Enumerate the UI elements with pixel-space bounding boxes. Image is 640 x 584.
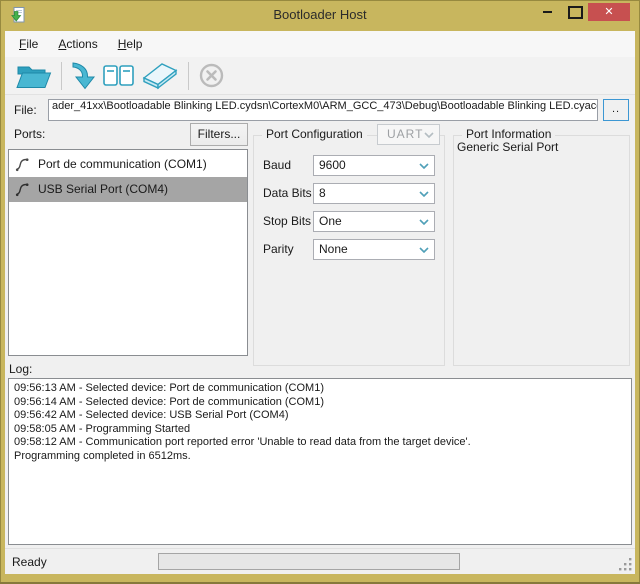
client-area: File Actions Help xyxy=(5,31,635,574)
ports-label: Ports: xyxy=(14,127,45,141)
toolbar-separator xyxy=(188,62,189,90)
file-path-input[interactable]: ader_41xx\Bootloadable Blinking LED.cyds… xyxy=(48,99,598,121)
chevron-down-icon xyxy=(424,132,434,138)
baud-select[interactable]: 9600 xyxy=(313,155,435,176)
port-item-com4[interactable]: USB Serial Port (COM4) xyxy=(9,177,247,202)
program-button[interactable] xyxy=(68,59,100,93)
browse-button[interactable]: .. xyxy=(603,99,629,121)
title-bar[interactable]: Bootloader Host ✕ xyxy=(0,0,640,31)
menu-bar: File Actions Help xyxy=(5,31,635,57)
log-line: 09:58:12 AM - Communication port reporte… xyxy=(14,436,626,450)
log-label: Log: xyxy=(9,362,32,376)
abort-icon xyxy=(198,62,225,89)
port-information-group: Port Information Generic Serial Port xyxy=(453,135,630,366)
log-output[interactable]: 09:56:13 AM - Selected device: Port de c… xyxy=(8,378,632,545)
port-configuration-title: Port Configuration xyxy=(262,127,367,141)
chevron-down-icon xyxy=(419,247,429,253)
menu-help[interactable]: Help xyxy=(108,31,153,57)
port-item-com1[interactable]: Port de communication (COM1) xyxy=(9,152,247,177)
chevron-down-icon xyxy=(419,191,429,197)
port-item-label: Port de communication (COM1) xyxy=(38,157,207,171)
open-file-button[interactable] xyxy=(13,59,55,93)
resize-grip-icon[interactable] xyxy=(619,558,632,571)
maximize-button[interactable] xyxy=(565,4,583,22)
minimize-button[interactable] xyxy=(541,4,555,22)
chevron-down-icon xyxy=(419,219,429,225)
progress-bar xyxy=(158,553,460,570)
chevron-down-icon xyxy=(419,163,429,169)
log-line: 09:56:13 AM - Selected device: Port de c… xyxy=(14,382,626,396)
protocol-select[interactable]: UART xyxy=(377,124,440,145)
filters-button[interactable]: Filters... xyxy=(190,123,248,146)
parity-select[interactable]: None xyxy=(313,239,435,260)
stop-bits-label: Stop Bits xyxy=(263,214,311,228)
menu-actions[interactable]: Actions xyxy=(48,31,107,57)
port-information-text: Generic Serial Port xyxy=(457,140,629,154)
toolbar xyxy=(5,57,635,95)
log-line: 09:56:14 AM - Selected device: Port de c… xyxy=(14,396,626,410)
port-information-title: Port Information xyxy=(462,127,555,141)
eraser-icon xyxy=(141,61,179,90)
log-line: 09:56:42 AM - Selected device: USB Seria… xyxy=(14,409,626,423)
data-bits-select[interactable]: 8 xyxy=(313,183,435,204)
status-bar: Ready xyxy=(5,548,635,574)
log-line: Programming completed in 6512ms. xyxy=(14,450,626,464)
program-arrow-icon xyxy=(71,61,97,91)
file-label: File: xyxy=(14,103,37,117)
toolbar-separator xyxy=(61,62,62,90)
abort-button[interactable] xyxy=(195,59,228,93)
baud-label: Baud xyxy=(263,158,291,172)
stop-bits-select[interactable]: One xyxy=(313,211,435,232)
parity-label: Parity xyxy=(263,242,294,256)
serial-port-icon xyxy=(15,182,30,197)
close-button[interactable]: ✕ xyxy=(588,3,630,21)
erase-button[interactable] xyxy=(138,59,182,93)
verify-button[interactable] xyxy=(100,59,138,93)
port-item-label: USB Serial Port (COM4) xyxy=(38,182,168,196)
log-line: 09:58:05 AM - Programming Started xyxy=(14,423,626,437)
menu-file[interactable]: File xyxy=(9,31,48,57)
ports-listbox[interactable]: Port de communication (COM1) USB Serial … xyxy=(8,149,248,356)
serial-port-icon xyxy=(15,157,30,172)
verify-documents-icon xyxy=(103,62,135,90)
data-bits-label: Data Bits xyxy=(263,186,312,200)
open-folder-icon xyxy=(16,61,52,90)
app-window: Bootloader Host ✕ File Actions Help xyxy=(0,0,640,584)
status-text: Ready xyxy=(12,555,47,569)
